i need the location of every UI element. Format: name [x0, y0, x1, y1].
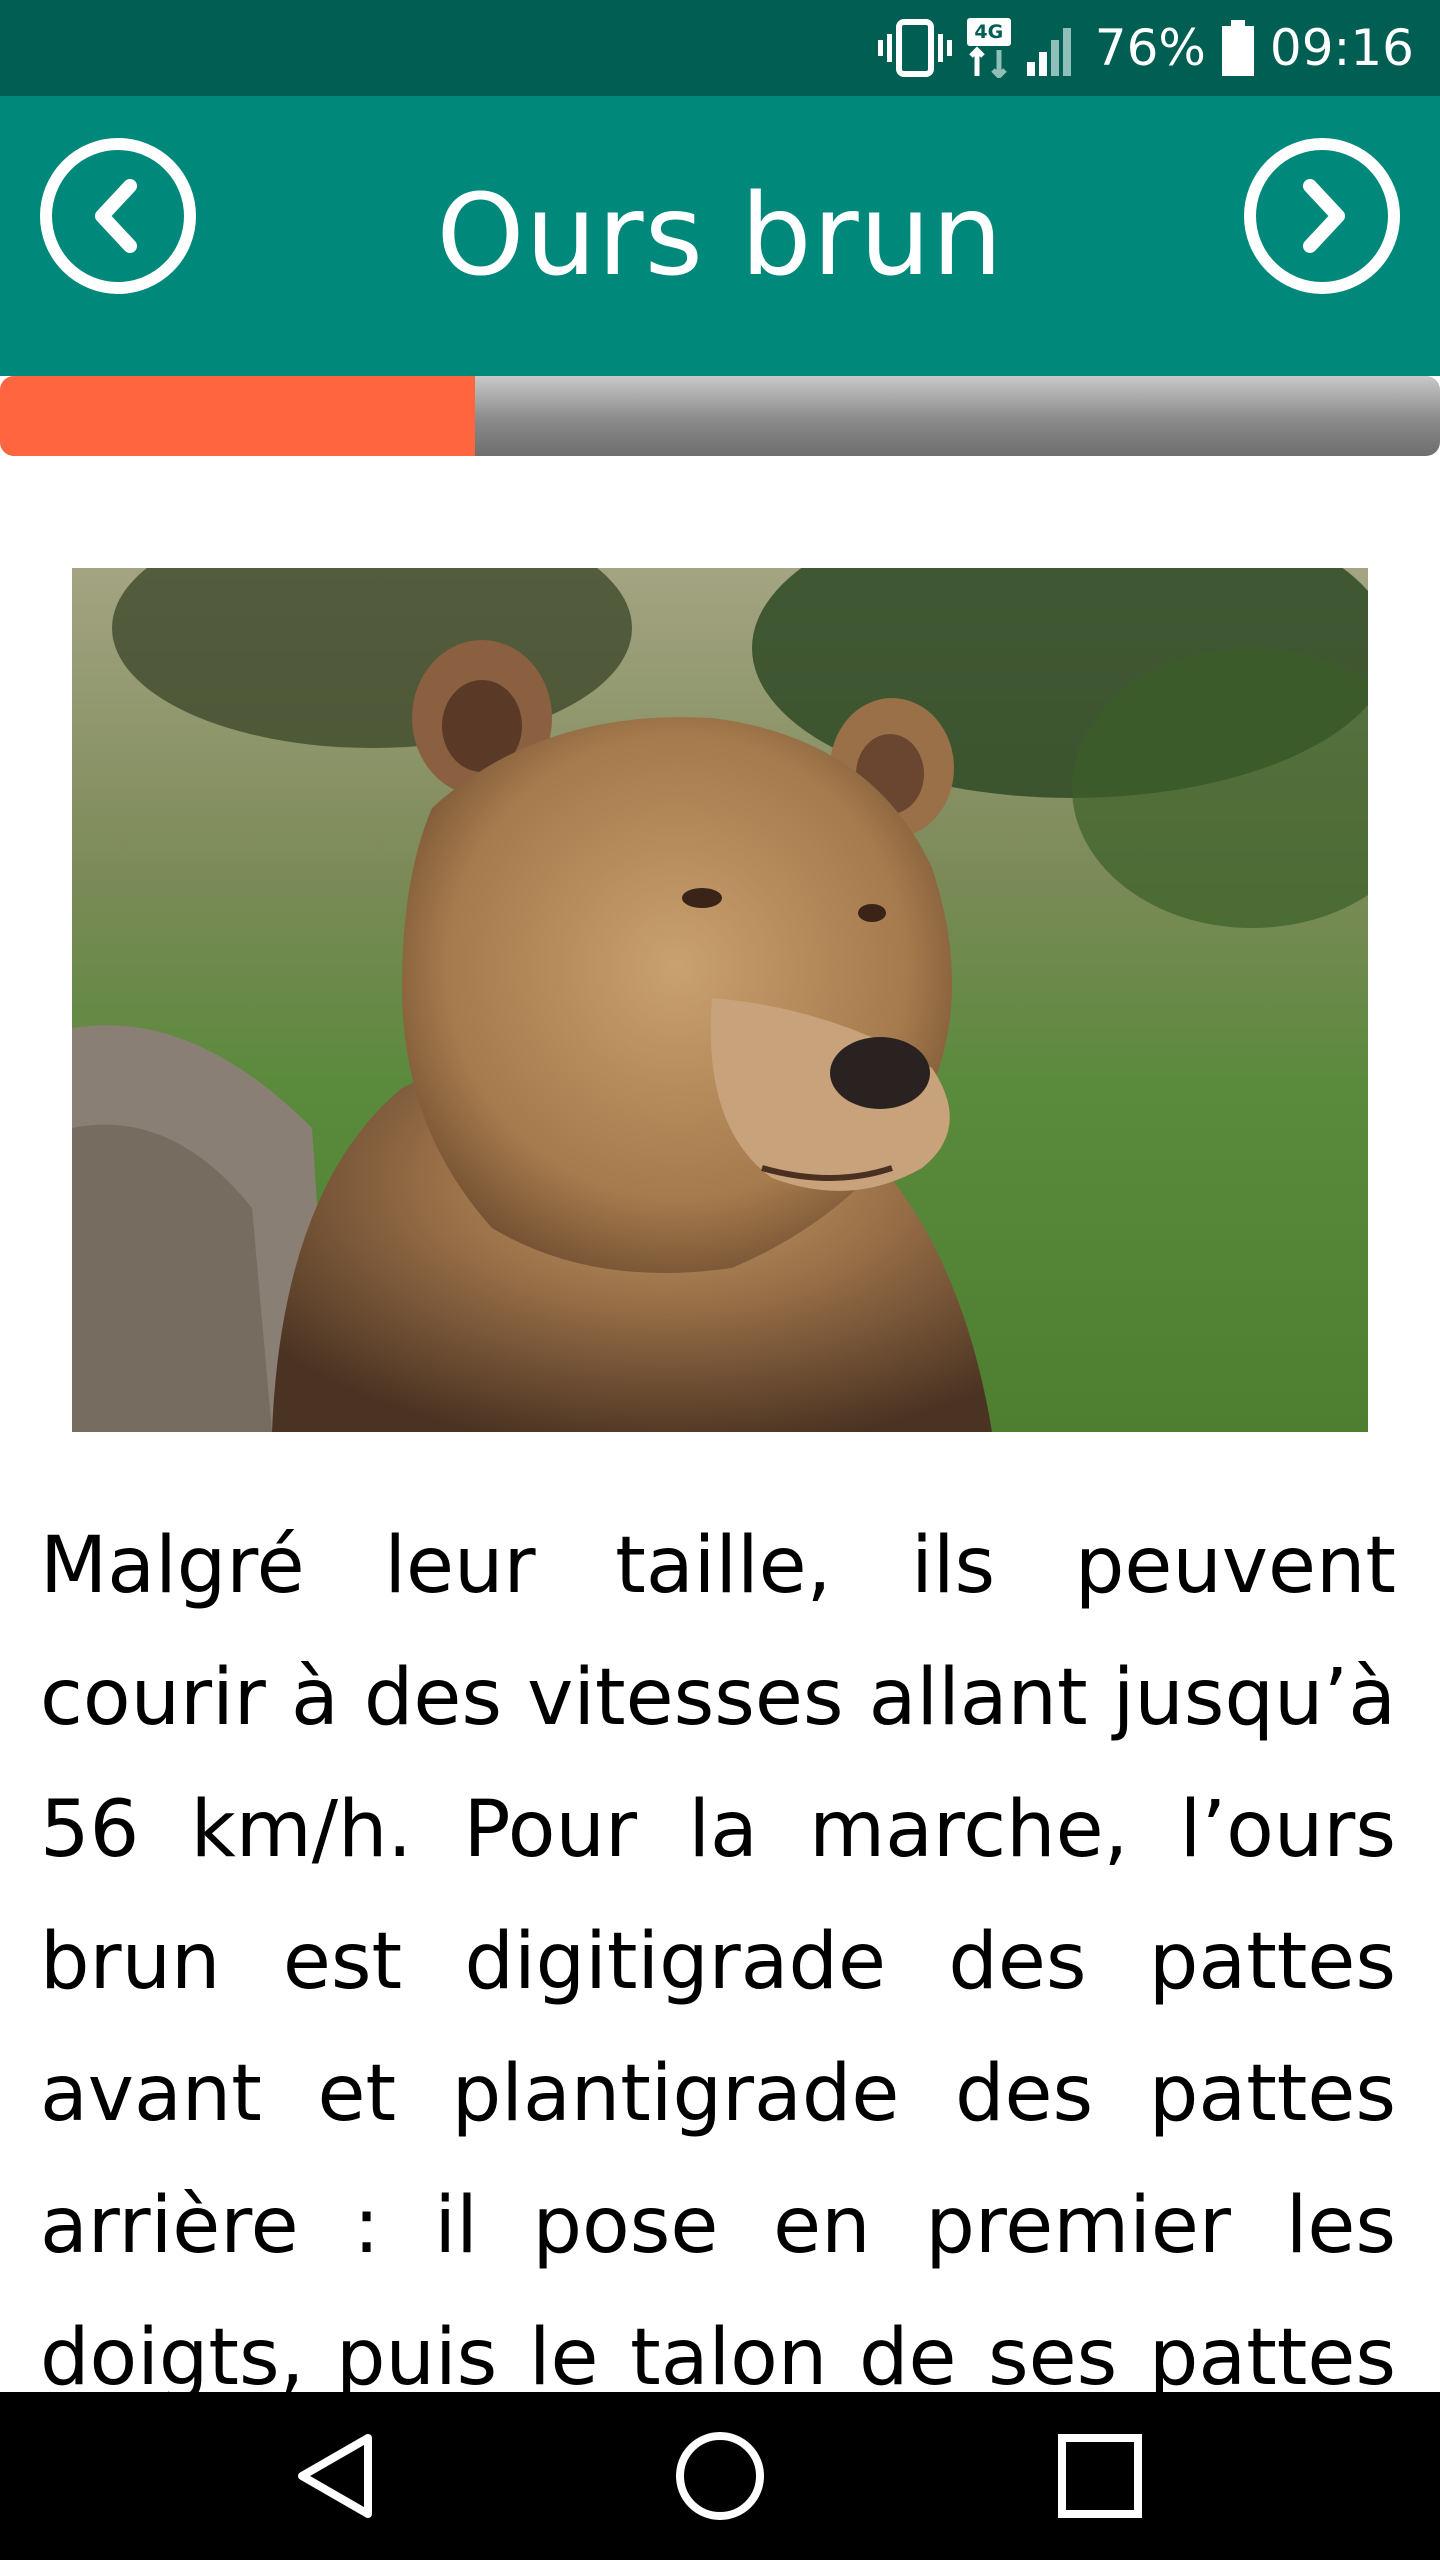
status-icons: 4G 76% 09:16: [877, 0, 1414, 96]
system-back-button[interactable]: [280, 2416, 400, 2536]
network-type-label: 4G: [974, 21, 1004, 43]
recents-square-icon: [1058, 2434, 1142, 2518]
status-bar: 4G 76% 09:16: [0, 0, 1440, 96]
signal-icon: [1025, 18, 1081, 78]
previous-button[interactable]: [38, 136, 198, 296]
home-circle-icon: [676, 2432, 764, 2520]
next-button[interactable]: [1242, 136, 1402, 296]
progress-bar: [0, 376, 1440, 456]
vibrate-icon: [877, 18, 953, 78]
battery-percent: 76%: [1094, 19, 1206, 77]
system-navigation-bar: [0, 2392, 1440, 2560]
back-triangle-icon: [298, 2434, 372, 2518]
page-title: Ours brun: [436, 171, 1004, 301]
battery-icon: [1220, 18, 1256, 78]
app-bar: Ours brun: [0, 96, 1440, 376]
system-home-button[interactable]: [660, 2416, 780, 2536]
chevron-right-circle-icon: [1244, 138, 1400, 294]
brown-bear-photo: [72, 568, 1368, 1432]
system-recents-button[interactable]: [1040, 2416, 1160, 2536]
clock: 09:16: [1269, 19, 1414, 77]
data-transfer-icon: 4G: [966, 18, 1011, 78]
progress-fill: [0, 376, 476, 456]
chevron-left-circle-icon: [40, 138, 196, 294]
